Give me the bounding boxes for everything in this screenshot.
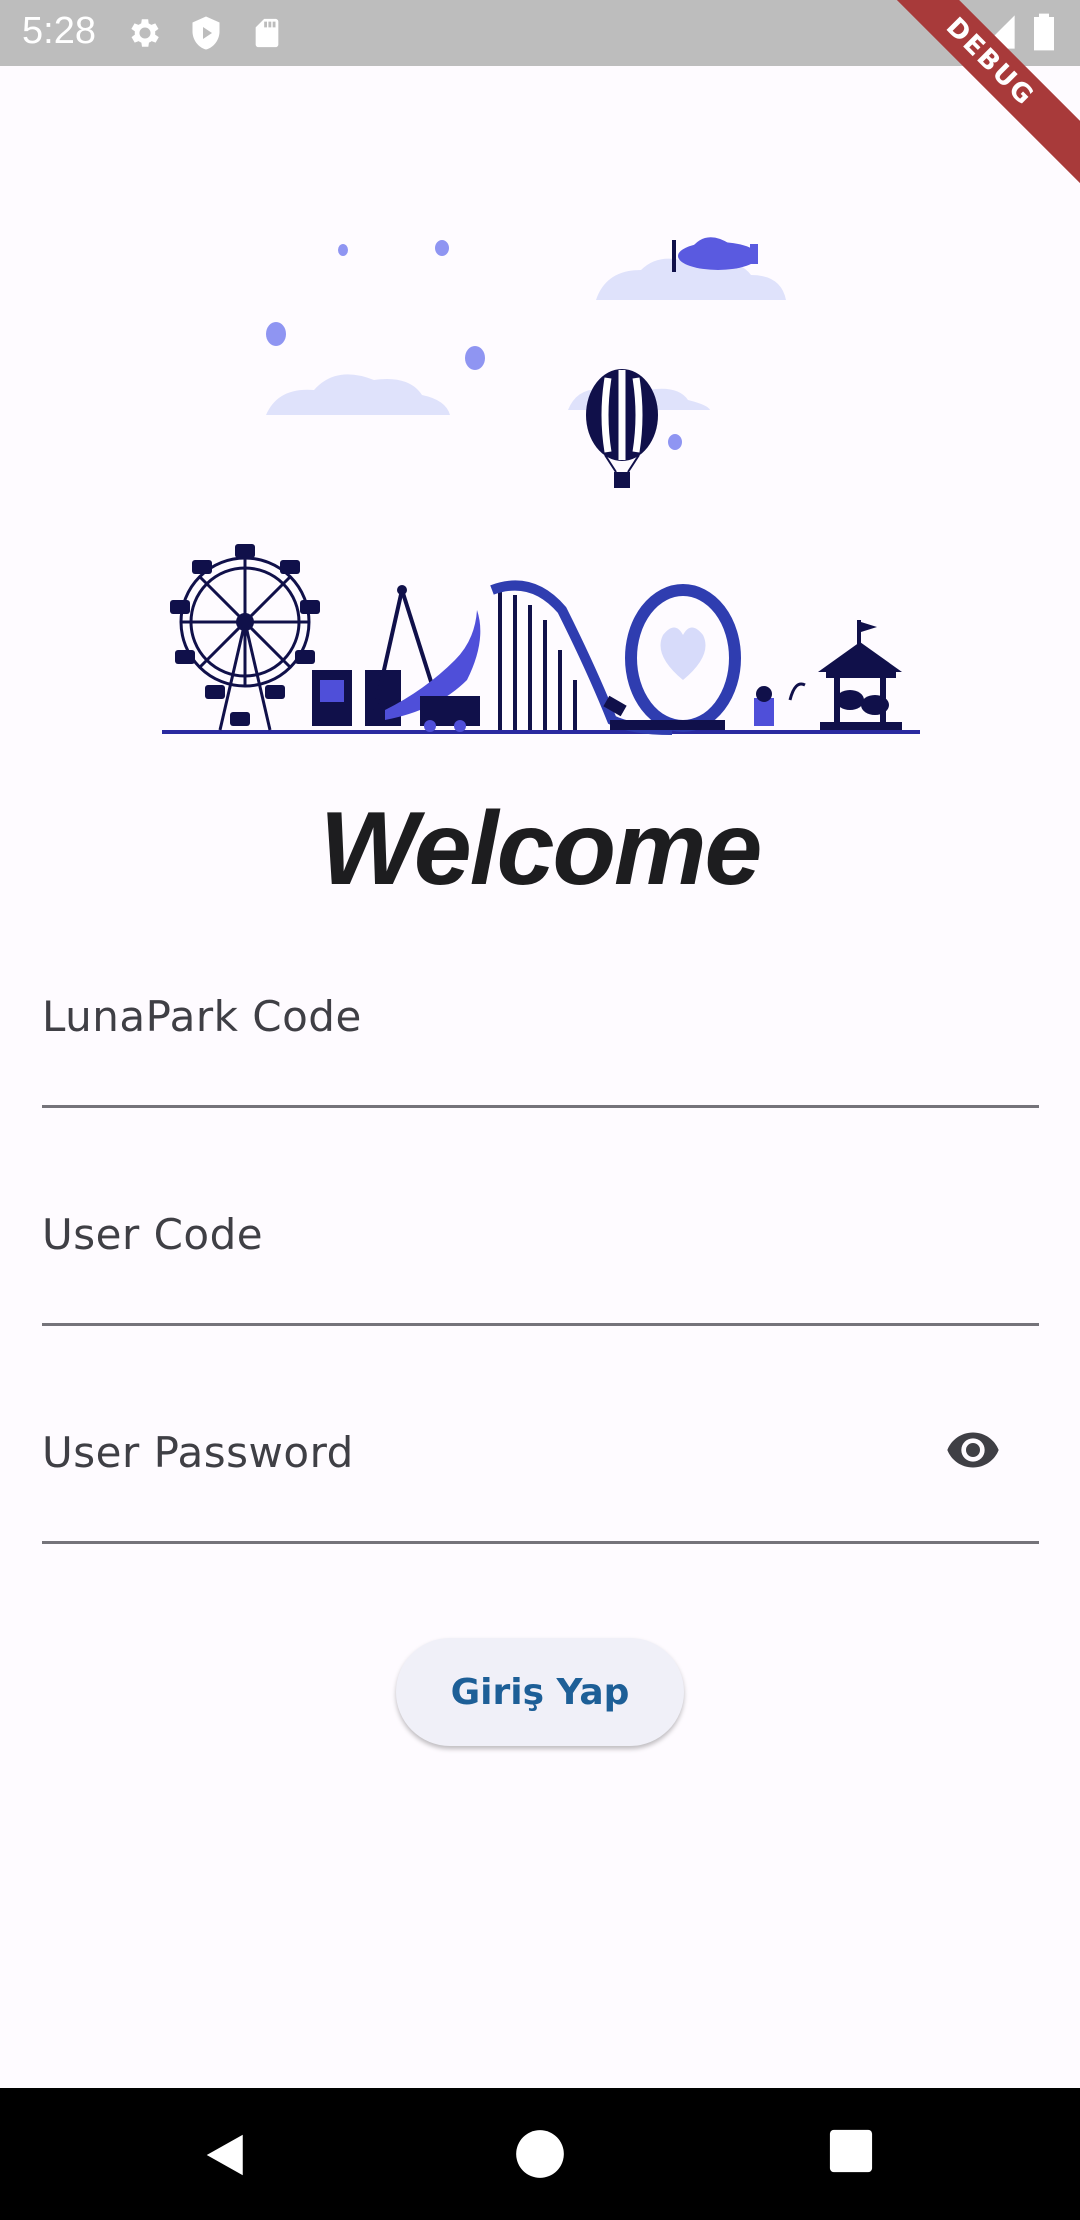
recents-icon[interactable] xyxy=(828,2128,874,2179)
login-button[interactable]: Giriş Yap xyxy=(396,1638,684,1746)
status-time: 5:28 xyxy=(22,10,96,52)
eye-icon[interactable] xyxy=(941,1422,1005,1478)
sd-card-icon xyxy=(250,14,284,57)
shield-play-icon xyxy=(188,14,224,57)
user-code-input[interactable] xyxy=(42,1208,1043,1300)
user-password-underline xyxy=(42,1541,1039,1544)
user-code-underline xyxy=(42,1323,1039,1326)
amusement-park-illustration xyxy=(150,210,930,740)
back-icon[interactable] xyxy=(200,2128,254,2187)
welcome-title: Welcome xyxy=(319,791,763,907)
user-password-input[interactable] xyxy=(42,1426,926,1518)
lunapark-code-input[interactable] xyxy=(42,990,1043,1082)
lunapark-code-underline xyxy=(42,1105,1039,1108)
navigation-bar xyxy=(0,2088,1080,2220)
battery-icon xyxy=(1030,12,1058,57)
user-password-field[interactable]: User Password xyxy=(42,1426,1039,1546)
gear-icon xyxy=(126,14,164,57)
user-code-field[interactable]: User Code xyxy=(42,1208,1043,1328)
lunapark-code-field[interactable]: LunaPark Code xyxy=(42,990,1043,1110)
home-icon[interactable] xyxy=(514,2128,566,2185)
